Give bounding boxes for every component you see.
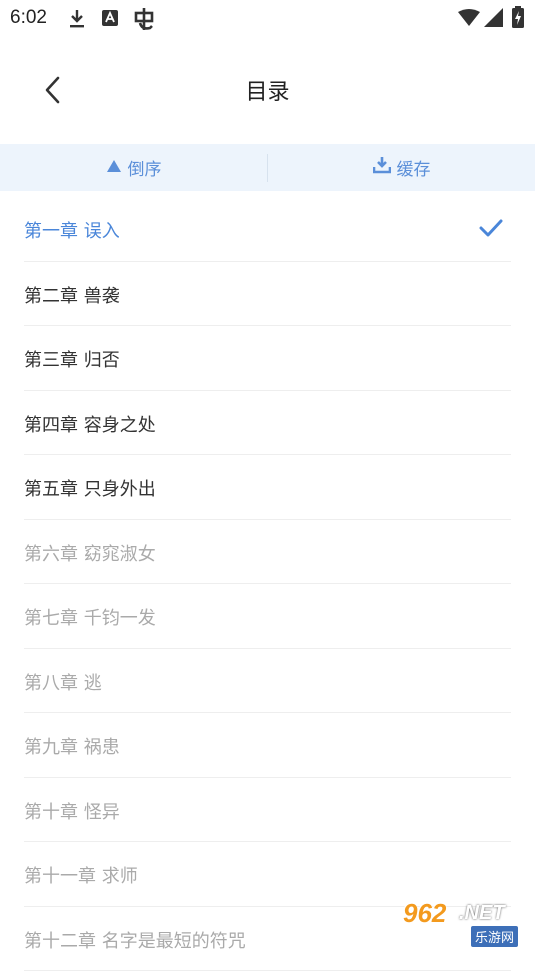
toolbar: 倒序 缓存 [0,144,535,191]
reverse-order-label: 倒序 [128,155,162,180]
chapter-title: 第十二章 名字是最短的符咒 [24,927,246,953]
watermark-suffix: .NET [459,902,505,925]
chapter-title: 第三章 归否 [24,346,120,372]
bug-icon [132,6,156,36]
chapter-item[interactable]: 第十章 怪异 [24,778,511,843]
status-time: 6:02 [10,7,47,29]
a-badge-icon [102,10,118,30]
watermark-number: 962 [403,898,446,929]
battery-charging-icon [512,6,524,32]
chapter-title: 第一章 误入 [24,217,120,243]
watermark-site: 乐游网 [471,926,518,947]
chapter-title: 第五章 只身外出 [24,475,156,501]
chapter-list: 第一章 误入第二章 兽袭第三章 归否第四章 容身之处第五章 只身外出第六章 窈窕… [24,197,511,971]
download-icon [68,8,86,34]
watermark-logo: 962 .NET 乐游网 [397,898,527,946]
wifi-icon [458,9,480,31]
header: 目录 [0,38,535,142]
chapter-title: 第七章 千钧一发 [24,604,156,630]
status-bar: 6:02 [0,0,535,38]
chapter-title: 第九章 祸患 [24,733,120,759]
chapter-title: 第八章 逃 [24,669,102,695]
chapter-item[interactable]: 第八章 逃 [24,649,511,714]
download-tray-icon [373,156,391,179]
chapter-item[interactable]: 第一章 误入 [24,197,511,262]
signal-icon [484,8,504,32]
chapter-item[interactable]: 第十一章 求师 [24,842,511,907]
chapter-item[interactable]: 第三章 归否 [24,326,511,391]
chapter-title: 第十一章 求师 [24,862,138,888]
chapter-item[interactable]: 第五章 只身外出 [24,455,511,520]
chapter-title: 第四章 容身之处 [24,411,156,437]
checkmark-icon [479,219,503,241]
chapter-item[interactable]: 第二章 兽袭 [24,262,511,327]
cache-label: 缓存 [397,155,431,180]
reverse-order-button[interactable]: 倒序 [0,144,267,191]
chapter-title: 第二章 兽袭 [24,282,120,308]
chapter-item[interactable]: 第七章 千钧一发 [24,584,511,649]
chapter-title: 第十章 怪异 [24,798,120,824]
chapter-title: 第六章 窈窕淑女 [24,540,156,566]
chapter-item[interactable]: 第九章 祸患 [24,713,511,778]
chapter-item[interactable]: 第六章 窈窕淑女 [24,520,511,585]
chapter-item[interactable]: 第四章 容身之处 [24,391,511,456]
page-title: 目录 [0,74,535,106]
triangle-up-icon [106,158,122,178]
cache-button[interactable]: 缓存 [268,144,535,191]
